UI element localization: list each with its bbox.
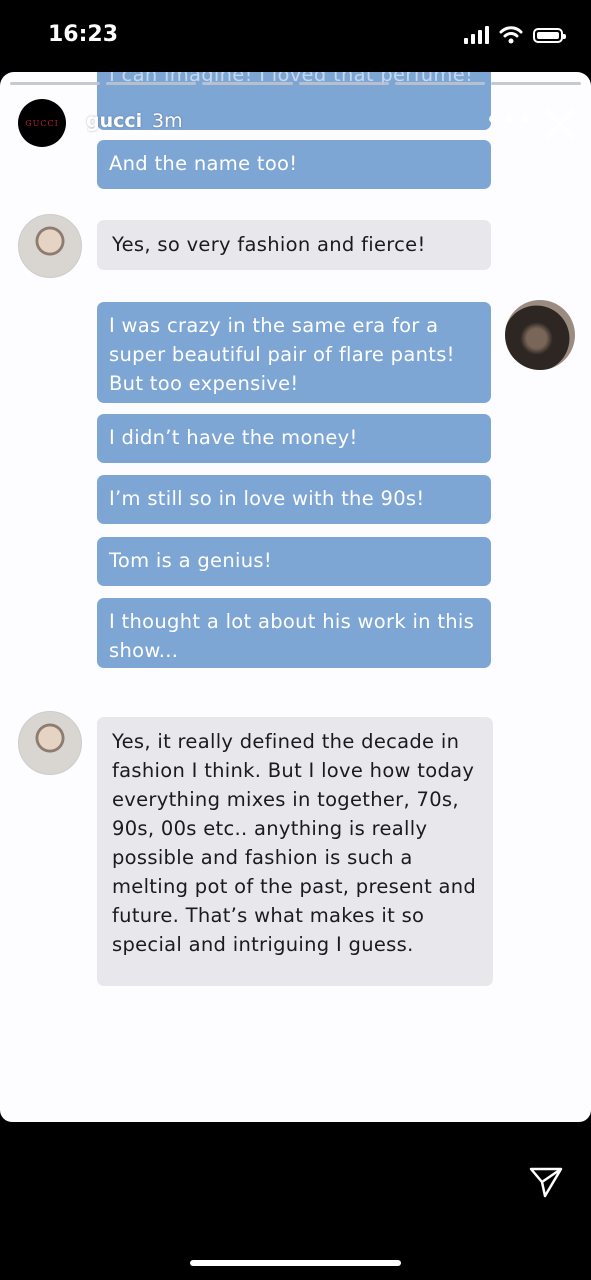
story-footer bbox=[0, 1122, 591, 1280]
home-indicator[interactable] bbox=[190, 1260, 401, 1266]
more-options-icon[interactable]: ••• bbox=[486, 108, 534, 133]
story-progress-bar bbox=[10, 82, 582, 85]
story-header: GUCCI gucci 3m ••• bbox=[0, 72, 591, 182]
message-bubble: I thought a lot about his work in this s… bbox=[97, 598, 491, 668]
message-bubble: I was crazy in the same era for a super … bbox=[97, 302, 491, 403]
user-avatar bbox=[505, 300, 575, 370]
message-bubble: Yes, it really defined the decade in fas… bbox=[97, 717, 493, 986]
avatar-logo-text: GUCCI bbox=[25, 118, 59, 128]
send-direct-icon[interactable] bbox=[528, 1164, 564, 1200]
status-time: 16:23 bbox=[48, 22, 119, 47]
status-bar: 16:23 bbox=[0, 0, 591, 72]
message-text: I’m still so in love with the 90s! bbox=[109, 487, 425, 510]
status-icons bbox=[464, 26, 566, 44]
message-text: I thought a lot about his work in this s… bbox=[109, 610, 475, 662]
cellular-signal-icon bbox=[464, 26, 489, 44]
message-bubble: Yes, so very fashion and fierce! bbox=[97, 220, 491, 270]
message-text: Tom is a genius! bbox=[109, 549, 272, 572]
message-bubble: Tom is a genius! bbox=[97, 537, 491, 586]
message-text: Yes, so very fashion and fierce! bbox=[112, 233, 426, 256]
message-text: I didn’t have the money! bbox=[109, 426, 358, 449]
battery-icon bbox=[533, 27, 566, 43]
close-icon[interactable] bbox=[542, 106, 578, 142]
message-text: Yes, it really defined the decade in fas… bbox=[112, 730, 477, 956]
account-username[interactable]: gucci bbox=[86, 110, 142, 132]
story-viewer[interactable]: I can imagine! I loved that perfume! And… bbox=[0, 72, 591, 1122]
message-bubble: I’m still so in love with the 90s! bbox=[97, 475, 491, 524]
message-text: I was crazy in the same era for a super … bbox=[109, 314, 455, 395]
message-bubble: I didn’t have the money! bbox=[97, 414, 491, 463]
sender-avatar bbox=[18, 711, 82, 775]
account-avatar[interactable]: GUCCI bbox=[18, 99, 66, 147]
sender-avatar bbox=[18, 214, 82, 278]
story-time-ago: 3m bbox=[152, 110, 183, 132]
wifi-icon bbox=[499, 26, 523, 44]
